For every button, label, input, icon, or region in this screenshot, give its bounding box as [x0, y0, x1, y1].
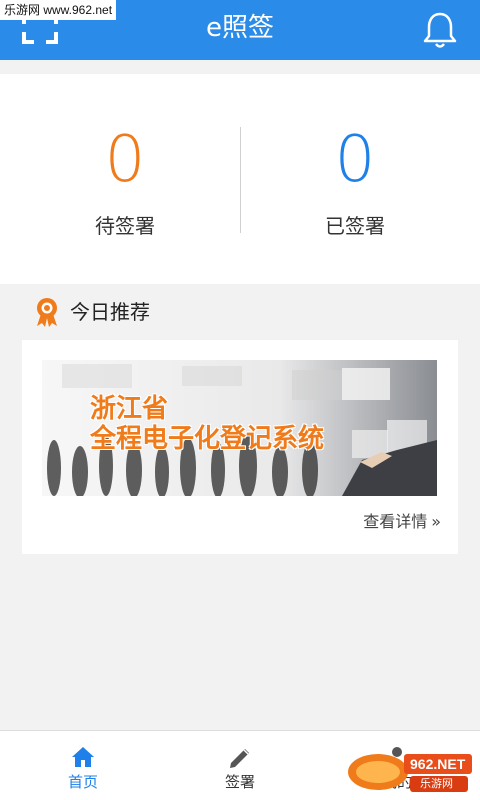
signed-count: 0 — [334, 123, 376, 197]
signed-label: 已签署 — [325, 214, 385, 238]
watermark-logo-subtext: 乐游网 — [420, 778, 453, 790]
signed-stat[interactable]: 0 已签署 — [235, 124, 475, 239]
tab-home[interactable]: 首页 — [3, 731, 163, 800]
tab-home-label: 首页 — [67, 773, 98, 791]
home-icon — [72, 747, 94, 767]
pending-count: 0 — [104, 123, 146, 197]
stats-panel: 0 待签署 0 已签署 — [0, 74, 480, 284]
recommend-card[interactable]: 浙江省 全程电子化登记系统 查看详情» — [22, 340, 458, 554]
ribbon-award-icon — [37, 298, 57, 327]
watermark-logo-text: 962.NET — [410, 756, 466, 772]
watermark-logo: 962.NET 乐游网 — [344, 748, 474, 796]
pending-stat[interactable]: 0 待签署 — [5, 124, 245, 239]
bell-icon[interactable] — [422, 10, 458, 50]
tab-sign[interactable]: 签署 — [160, 731, 320, 800]
banner-image[interactable]: 浙江省 全程电子化登记系统 — [42, 360, 437, 496]
view-details-label: 查看详情 — [363, 512, 428, 531]
tab-sign-label: 签署 — [224, 773, 255, 791]
pending-label: 待签署 — [95, 214, 155, 238]
view-details-link[interactable]: 查看详情» — [363, 508, 441, 532]
banner-line2: 全程电子化登记系统 — [90, 424, 325, 454]
double-chevron-right-icon: » — [431, 512, 441, 531]
pencil-icon — [230, 749, 249, 768]
recommend-title: 今日推荐 — [70, 300, 150, 324]
watermark-top: 乐游网 www.962.net — [0, 0, 117, 20]
